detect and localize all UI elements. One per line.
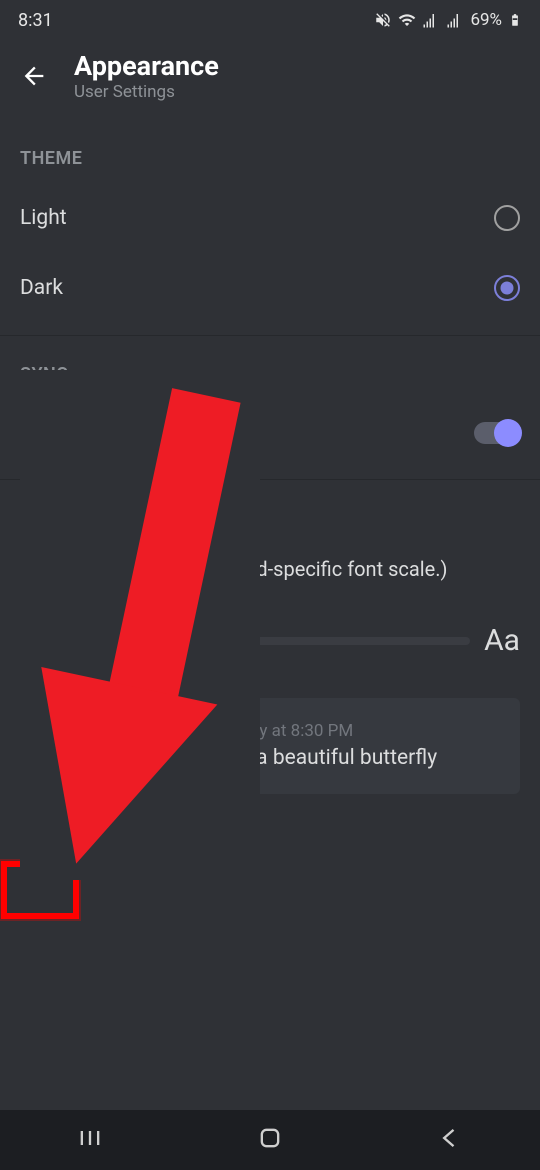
section-header-theme: THEME [0,120,540,183]
status-time: 8:31 [18,10,53,31]
nav-back-button[interactable] [436,1124,464,1156]
nav-home-button[interactable] [256,1124,284,1156]
theme-option-light[interactable]: Light [0,183,540,253]
arrow-left-icon [20,62,48,90]
font-preview-message: moinzisun Today at 8:30 PM Look at me I'… [20,698,520,794]
section-header-font-scaling: CHAT FONT SCALING [0,480,540,543]
wifi-icon [398,11,416,29]
annotation-highlight-box [1,861,79,919]
back-button[interactable] [20,62,48,90]
radio-dark[interactable] [494,275,520,301]
font-scale-slider-row: Aa Aa [0,595,540,678]
radio-light[interactable] [494,205,520,231]
theme-option-dark[interactable]: Dark [0,253,540,323]
mute-icon [374,11,392,29]
sync-toggle[interactable] [474,422,520,444]
reset-button[interactable]: Reset [0,794,71,834]
page-subtitle: User Settings [74,82,219,102]
battery-percent: 69% [470,10,502,30]
battery-icon [508,11,522,29]
preview-username: moinzisun [114,718,212,742]
back-icon [436,1124,464,1152]
section-header-sync: SYNC [0,336,540,399]
recent-apps-icon [76,1124,104,1152]
header: Appearance User Settings [0,40,540,120]
avatar [40,718,96,774]
signal-icon-2 [446,11,464,29]
nav-recent-button[interactable] [76,1124,104,1156]
android-nav-bar [0,1110,540,1170]
status-icons: 69% [374,10,522,30]
status-bar: 8:31 69% [0,0,540,40]
font-scaling-description: 95% (Only using the Discord-specific fon… [0,543,540,595]
slider-thumb[interactable] [139,627,167,655]
sync-row[interactable]: Sync across clients [0,399,540,467]
font-size-large-label: Aa [484,623,520,658]
font-scale-slider[interactable] [53,637,470,645]
reset-label: Reset [20,810,71,834]
theme-light-label: Light [20,206,67,230]
signal-icon [422,11,440,29]
preview-timestamp: Today at 8:30 PM [222,721,354,741]
theme-dark-label: Dark [20,276,63,300]
preview-message-text: Look at me I'm a beautiful butterfly [114,746,437,770]
page-title: Appearance [74,50,219,82]
home-icon [256,1124,284,1152]
sync-label: Sync across clients [20,421,200,445]
font-size-small-label: Aa [20,631,39,650]
